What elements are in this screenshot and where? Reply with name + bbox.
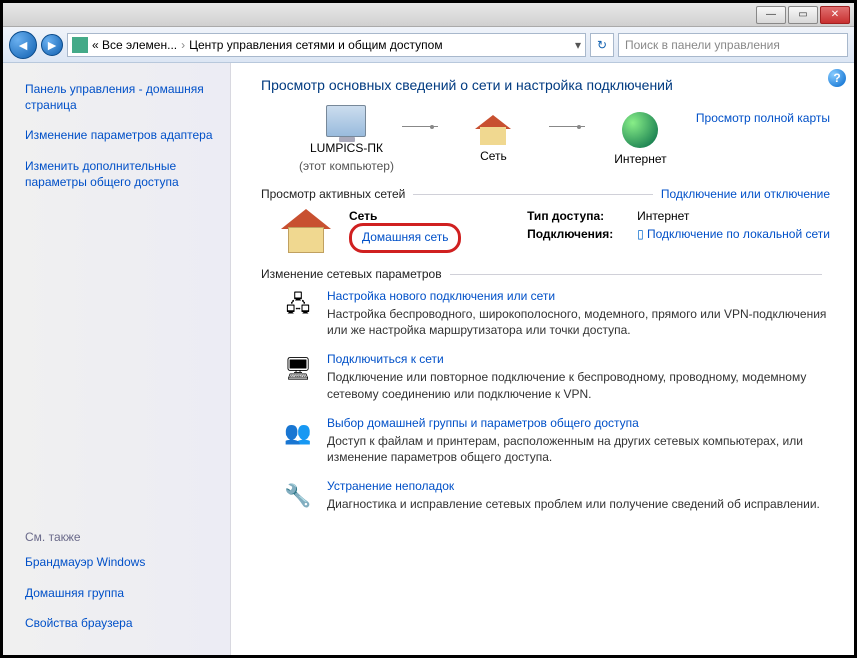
active-networks-header: Просмотр активных сетей — [261, 187, 405, 201]
home-network-icon — [281, 209, 331, 253]
sidebar-home[interactable]: Панель управления - домашняя страница — [25, 82, 204, 112]
node-pc-sublabel: (этот компьютер) — [299, 159, 394, 173]
sidebar-homegroup[interactable]: Домашняя группа — [25, 586, 124, 600]
network-icon — [475, 115, 511, 145]
net-line — [402, 126, 438, 127]
task-title[interactable]: Устранение неполадок — [327, 479, 454, 493]
node-inet-label: Интернет — [614, 152, 666, 166]
breadcrumb-prefix: « Все элемен... — [92, 38, 177, 52]
task-desc: Доступ к файлам и принтерам, расположенн… — [327, 433, 830, 465]
titlebar: — ▭ ✕ — [3, 3, 854, 27]
full-map-link[interactable]: Просмотр полной карты — [696, 111, 830, 125]
globe-icon — [622, 112, 658, 148]
task-title[interactable]: Подключиться к сети — [327, 352, 444, 366]
new-connection-icon: 🖧 — [281, 289, 315, 323]
sidebar-adapter-settings[interactable]: Изменение параметров адаптера — [25, 128, 213, 142]
network-name: Сеть — [349, 209, 461, 223]
forward-button[interactable]: ► — [41, 34, 63, 56]
chevron-right-icon: › — [181, 38, 185, 52]
task-desc: Диагностика и исправление сетевых пробле… — [327, 496, 820, 512]
network-map: LUMPICS-ПК (этот компьютер) Сеть Интерне… — [291, 105, 696, 173]
homegroup-icon: 👥 — [281, 416, 315, 450]
access-type-value: Интернет — [637, 209, 689, 223]
divider — [413, 194, 653, 195]
task-connect[interactable]: 🖥 Подключиться к сети Подключение или по… — [281, 352, 830, 401]
back-button[interactable]: ◄ — [9, 31, 37, 59]
see-also-header: См. также — [25, 530, 220, 544]
node-this-pc: LUMPICS-ПК (этот компьютер) — [291, 105, 402, 173]
page-title: Просмотр основных сведений о сети и наст… — [261, 77, 830, 93]
minimize-button[interactable]: — — [756, 6, 786, 24]
task-troubleshoot[interactable]: 🔧 Устранение неполадок Диагностика и исп… — [281, 479, 830, 513]
search-placeholder: Поиск в панели управления — [625, 38, 780, 52]
connect-disconnect-link[interactable]: Подключение или отключение — [661, 187, 830, 201]
highlight-annotation: Домашняя сеть — [349, 223, 461, 253]
connections-label: Подключения: — [527, 227, 627, 241]
change-settings-header: Изменение сетевых параметров — [261, 267, 442, 281]
task-new-connection[interactable]: 🖧 Настройка нового подключения или сети … — [281, 289, 830, 338]
node-net-label: Сеть — [480, 149, 507, 163]
search-input[interactable]: Поиск в панели управления — [618, 33, 848, 57]
task-title[interactable]: Выбор домашней группы и параметров общег… — [327, 416, 639, 430]
sidebar-firewall[interactable]: Брандмауэр Windows — [25, 555, 145, 569]
connect-icon: 🖥 — [281, 352, 315, 386]
troubleshoot-icon: 🔧 — [281, 479, 315, 513]
sidebar-browser-props[interactable]: Свойства браузера — [25, 616, 133, 630]
breadcrumb[interactable]: « Все элемен... › Центр управления сетям… — [67, 33, 586, 57]
main-content: ? Просмотр основных сведений о сети и на… — [231, 63, 854, 655]
active-network-row: Сеть Домашняя сеть Тип доступа: Интернет… — [281, 209, 830, 253]
divider — [450, 274, 822, 275]
chevron-down-icon[interactable]: ▾ — [575, 38, 581, 52]
address-bar: ◄ ► « Все элемен... › Центр управления с… — [3, 27, 854, 63]
breadcrumb-current: Центр управления сетями и общим доступом — [189, 38, 443, 52]
maximize-button[interactable]: ▭ — [788, 6, 818, 24]
sidebar-sharing-settings[interactable]: Изменить дополнительные параметры общего… — [25, 159, 179, 189]
sidebar: Панель управления - домашняя страница Из… — [3, 63, 231, 655]
control-panel-icon — [72, 37, 88, 53]
task-desc: Подключение или повторное подключение к … — [327, 369, 830, 401]
network-type-link[interactable]: Домашняя сеть — [362, 230, 448, 244]
computer-icon — [326, 105, 366, 137]
connection-link[interactable]: Подключение по локальной сети — [647, 227, 830, 241]
refresh-button[interactable]: ↻ — [590, 33, 614, 57]
adapter-icon: ▯ — [637, 227, 647, 241]
access-type-label: Тип доступа: — [527, 209, 627, 223]
task-list: 🖧 Настройка нового подключения или сети … — [261, 289, 830, 513]
node-pc-label: LUMPICS-ПК — [310, 141, 383, 155]
node-internet: Интернет — [585, 112, 696, 166]
net-line — [549, 126, 585, 127]
task-title[interactable]: Настройка нового подключения или сети — [327, 289, 555, 303]
task-desc: Настройка беспроводного, широкополосного… — [327, 306, 830, 338]
network-info: Тип доступа: Интернет Подключения: ▯ Под… — [527, 209, 830, 253]
help-icon[interactable]: ? — [828, 69, 846, 87]
task-homegroup[interactable]: 👥 Выбор домашней группы и параметров общ… — [281, 416, 830, 465]
node-network: Сеть — [438, 115, 549, 163]
close-button[interactable]: ✕ — [820, 6, 850, 24]
